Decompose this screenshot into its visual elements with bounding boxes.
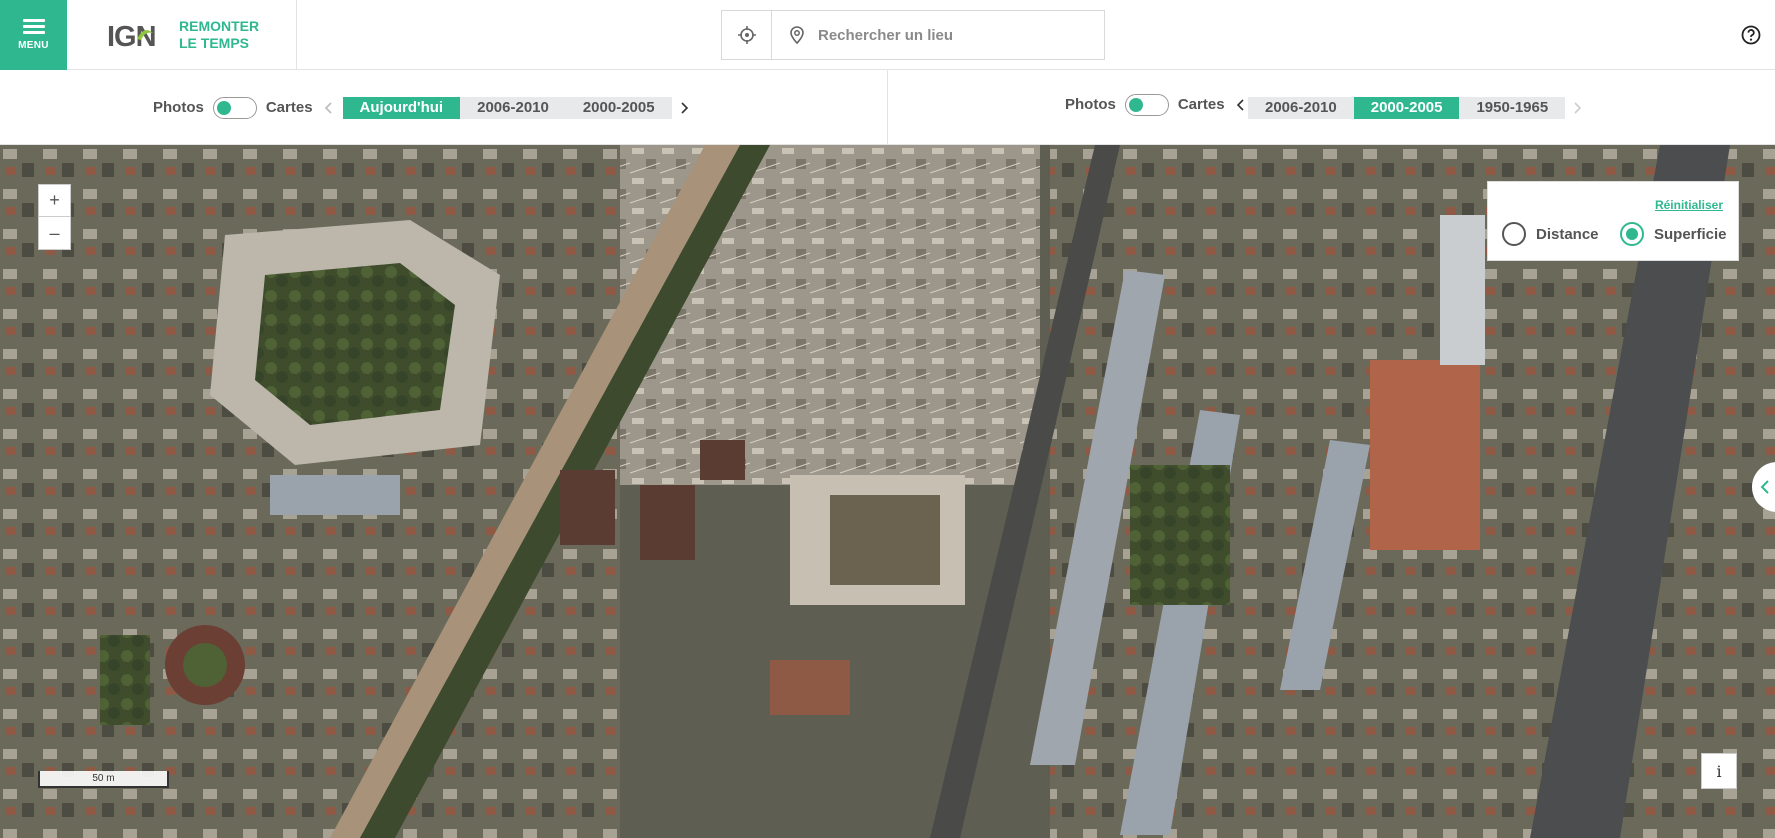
brand-line-1: REMONTER: [179, 18, 260, 34]
chevron-left-icon: [1236, 98, 1244, 111]
photos-label: Photos: [153, 99, 204, 116]
scale-bar: 50 m: [38, 771, 169, 788]
menu-label: MENU: [18, 40, 49, 51]
year-option[interactable]: 2000-2005: [566, 97, 672, 119]
menu-button[interactable]: MENU: [0, 0, 67, 70]
prev-year-button[interactable]: [1233, 95, 1247, 115]
aerial-map[interactable]: + – Réinitialiser Distance Superficie 50…: [0, 145, 1775, 838]
search-bar: [721, 10, 1105, 60]
photos-label: Photos: [1065, 96, 1116, 113]
distance-radio[interactable]: Distance: [1502, 222, 1599, 246]
brand[interactable]: IGN REMONTER LE TEMPS: [67, 0, 297, 70]
left-layer-switch: Photos Cartes Aujourd'hui 2006-2010 2000…: [153, 70, 692, 145]
svg-text:IGN: IGN: [107, 21, 156, 51]
zoom-in-button[interactable]: +: [39, 185, 70, 217]
right-year-group: 2006-2010 2000-2005 1950-1965: [1248, 70, 1585, 145]
year-option[interactable]: 2000-2005: [1353, 96, 1460, 119]
year-selector: Aujourd'hui 2006-2010 2000-2005: [342, 96, 672, 119]
reset-link[interactable]: Réinitialiser: [1655, 198, 1723, 212]
year-option[interactable]: Aujourd'hui: [342, 96, 461, 119]
ign-logo: IGN: [107, 21, 157, 51]
chevron-right-icon: [681, 101, 688, 114]
help-icon[interactable]: [1741, 25, 1761, 45]
next-year-button[interactable]: [1571, 98, 1585, 118]
distance-label: Distance: [1536, 225, 1599, 243]
right-timeline-bar: Photos Cartes 2006-2010 2000-2005 1950-1…: [888, 70, 1775, 145]
year-option[interactable]: 2006-2010: [460, 97, 566, 119]
cartes-label: Cartes: [1177, 96, 1225, 113]
right-layer-switch: Photos Cartes: [1065, 67, 1247, 142]
year-option[interactable]: 1950-1965: [1459, 97, 1565, 119]
measure-panel: Réinitialiser Distance Superficie: [1487, 181, 1739, 261]
prev-year-button[interactable]: [321, 98, 335, 118]
left-timeline-bar: Photos Cartes Aujourd'hui 2006-2010 2000…: [0, 70, 888, 145]
search-input[interactable]: [772, 11, 1104, 59]
locate-button[interactable]: [722, 11, 772, 59]
chevron-left-icon: [1760, 480, 1769, 494]
radio-circle: [1502, 222, 1526, 246]
year-selector: 2006-2010 2000-2005 1950-1965: [1248, 96, 1566, 119]
map-pin-icon: [790, 26, 804, 44]
info-button[interactable]: i: [1701, 753, 1737, 789]
menu-icon: [22, 19, 45, 35]
photos-cartes-toggle[interactable]: [212, 96, 257, 119]
brand-line-2: LE TEMPS: [179, 35, 250, 51]
radio-circle-checked: [1620, 222, 1644, 246]
zoom-control: + –: [38, 184, 71, 250]
chevron-right-icon: [1574, 101, 1582, 114]
area-radio[interactable]: Superficie: [1620, 222, 1727, 246]
next-year-button[interactable]: [678, 98, 692, 118]
photos-cartes-toggle[interactable]: [1124, 93, 1169, 116]
zoom-out-button[interactable]: –: [39, 217, 70, 249]
area-label: Superficie: [1654, 225, 1727, 243]
cartes-label: Cartes: [265, 99, 313, 116]
chevron-left-icon: [324, 101, 332, 114]
crosshair-icon: [737, 26, 756, 44]
year-option[interactable]: 2006-2010: [1248, 97, 1354, 119]
app-header: MENU IGN REMONTER LE TEMPS: [0, 0, 1775, 70]
brand-title: REMONTER LE TEMPS: [179, 18, 259, 52]
